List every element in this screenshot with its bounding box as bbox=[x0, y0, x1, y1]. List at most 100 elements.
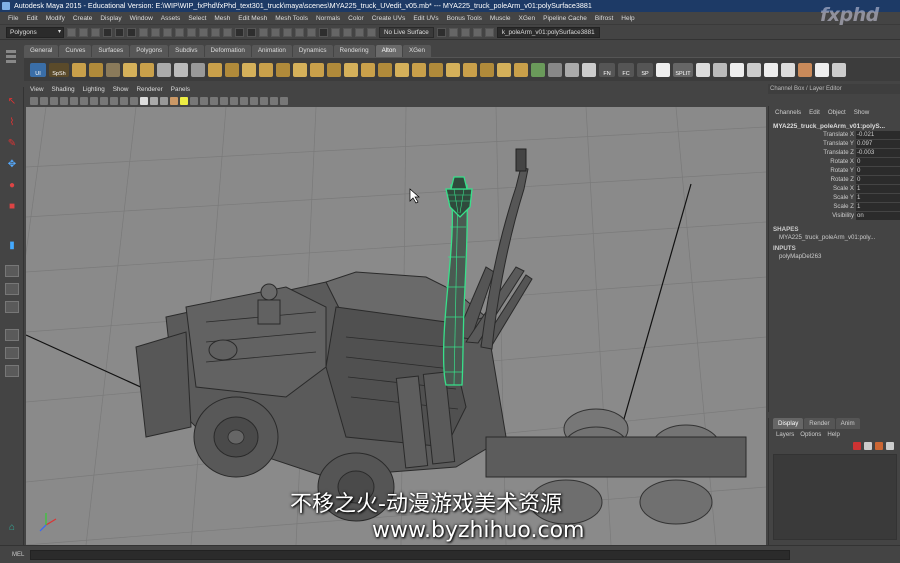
persp-graph-layout-icon[interactable] bbox=[5, 347, 19, 359]
four-pane-layout-icon[interactable] bbox=[5, 283, 19, 295]
shelf-collapse-icon[interactable] bbox=[480, 62, 494, 77]
attribute-editor-icon[interactable] bbox=[460, 27, 470, 37]
shelf-spsh-button[interactable]: SpSh bbox=[49, 62, 69, 77]
attr-scale-z[interactable]: Scale Z1 bbox=[769, 202, 900, 211]
input-line-icon[interactable] bbox=[436, 27, 446, 37]
sidebar-toggle-icon[interactable] bbox=[448, 27, 458, 37]
open-scene-icon[interactable] bbox=[79, 27, 88, 37]
shelf-tab-animation[interactable]: Animation bbox=[251, 45, 292, 57]
shelf-tab-rendering[interactable]: Rendering bbox=[333, 45, 375, 57]
new-scene-icon[interactable] bbox=[67, 27, 76, 37]
attr-scale-y[interactable]: Scale Y1 bbox=[769, 193, 900, 202]
panel-menu-panels[interactable]: Panels bbox=[167, 86, 194, 93]
two-pane-layout-icon[interactable] bbox=[5, 301, 19, 313]
shelf-tab-dynamics[interactable]: Dynamics bbox=[292, 45, 333, 57]
select-curves-icon[interactable] bbox=[163, 27, 172, 37]
single-pane-layout-icon[interactable] bbox=[5, 265, 19, 277]
shelf-extrude-icon[interactable] bbox=[140, 62, 154, 77]
attr-translate-x[interactable]: Translate X -0.021 bbox=[769, 130, 900, 139]
select-object-icon[interactable] bbox=[115, 27, 124, 37]
select-surfaces-icon[interactable] bbox=[175, 27, 184, 37]
attr-scale-x[interactable]: Scale X1 bbox=[769, 184, 900, 193]
shelf-tab-xgen[interactable]: XGen bbox=[402, 45, 432, 57]
panel-menu-show[interactable]: Show bbox=[109, 86, 133, 93]
persp-outliner-layout-icon[interactable] bbox=[5, 329, 19, 341]
panel-menu-renderer[interactable]: Renderer bbox=[132, 86, 166, 93]
menu-assets[interactable]: Assets bbox=[157, 15, 185, 22]
menu-bonus-tools[interactable]: Bonus Tools bbox=[443, 15, 486, 22]
new-layer-icon[interactable] bbox=[875, 442, 883, 450]
textured-icon[interactable] bbox=[170, 96, 178, 105]
shelf-plane-icon[interactable] bbox=[123, 62, 137, 77]
layer-list[interactable] bbox=[773, 454, 897, 540]
perspective-viewport[interactable] bbox=[26, 107, 766, 545]
safe-action-icon[interactable] bbox=[120, 96, 128, 105]
shadows-icon[interactable] bbox=[190, 96, 198, 105]
shelf-poke-icon[interactable] bbox=[446, 62, 460, 77]
shelf-uv-checker-6-icon[interactable] bbox=[781, 62, 795, 77]
shelf-slide-edge-icon[interactable] bbox=[293, 62, 307, 77]
shelf-append-icon[interactable] bbox=[412, 62, 426, 77]
history-icon[interactable] bbox=[319, 27, 328, 37]
attr-rotate-x[interactable]: Rotate X0 bbox=[769, 157, 900, 166]
command-input[interactable] bbox=[30, 549, 791, 560]
depth-of-field-icon[interactable] bbox=[230, 96, 238, 105]
scale-tool-icon[interactable]: ■ bbox=[4, 198, 20, 214]
shelf-split-icon[interactable] bbox=[259, 62, 273, 77]
cb-menu-edit[interactable]: Edit bbox=[805, 109, 824, 116]
shelf-uv-layout-icon[interactable] bbox=[798, 62, 812, 77]
shelf-bridge-icon[interactable] bbox=[225, 62, 239, 77]
menu-edit-uvs[interactable]: Edit UVs bbox=[409, 15, 442, 22]
attr-visibility[interactable]: Visibility on bbox=[769, 211, 900, 220]
shelf-split-button[interactable]: SPLIT bbox=[673, 62, 693, 77]
render-settings-icon[interactable] bbox=[355, 27, 364, 37]
wireframe-on-shaded-icon[interactable] bbox=[160, 96, 168, 105]
shelf-uv-checker-4-icon[interactable] bbox=[747, 62, 761, 77]
shelf-tab-alton[interactable]: Alton bbox=[375, 45, 402, 57]
shelf-chamfer-icon[interactable] bbox=[463, 62, 477, 77]
shelf-uv-checker-7-icon[interactable] bbox=[815, 62, 829, 77]
shelf-tab-subdivs[interactable]: Subdivs bbox=[169, 45, 204, 57]
menu-file[interactable]: File bbox=[4, 15, 22, 22]
shelf-fill-hole-icon[interactable] bbox=[395, 62, 409, 77]
shelf-tab-general[interactable]: General bbox=[24, 45, 59, 57]
select-deformations-icon[interactable] bbox=[187, 27, 196, 37]
shelf-cube-icon[interactable] bbox=[72, 62, 86, 77]
gate-mask-icon[interactable] bbox=[100, 96, 108, 105]
shelf-box-icon[interactable] bbox=[89, 62, 103, 77]
move-tool-icon[interactable]: ✥ bbox=[4, 156, 20, 172]
move-layer-down-icon[interactable] bbox=[864, 442, 872, 450]
menu-edit[interactable]: Edit bbox=[22, 15, 41, 22]
menu-color[interactable]: Color bbox=[344, 15, 368, 22]
use-all-lights-icon[interactable] bbox=[180, 96, 188, 105]
input-node-item[interactable]: polyMapDel263 bbox=[769, 252, 900, 261]
shelf-separate-icon[interactable] bbox=[378, 62, 392, 77]
shelf-mirror-icon[interactable] bbox=[344, 62, 358, 77]
menu-edit-mesh[interactable]: Edit Mesh bbox=[234, 15, 271, 22]
shelf-merge-icon[interactable] bbox=[242, 62, 256, 77]
select-component-icon[interactable] bbox=[127, 27, 136, 37]
menu-modify[interactable]: Modify bbox=[42, 15, 69, 22]
xray-icon[interactable] bbox=[250, 96, 258, 105]
shelf-star-icon[interactable] bbox=[582, 62, 596, 77]
shelf-uv-checker-2-icon[interactable] bbox=[713, 62, 727, 77]
xray-joints-icon[interactable] bbox=[260, 96, 268, 105]
shelf-tree-icon[interactable] bbox=[531, 62, 545, 77]
shelf-tab-deformation[interactable]: Deformation bbox=[204, 45, 251, 57]
hypershade-icon[interactable] bbox=[367, 27, 376, 37]
menu-mesh-tools[interactable]: Mesh Tools bbox=[271, 15, 312, 22]
paint-select-icon[interactable]: ✎ bbox=[4, 135, 20, 151]
menu-display[interactable]: Display bbox=[96, 15, 125, 22]
layer-tab-display[interactable]: Display bbox=[773, 418, 804, 429]
render-frame-icon[interactable] bbox=[331, 27, 340, 37]
layer-menu-help[interactable]: Help bbox=[824, 431, 843, 438]
shelf-uv-checker-1-icon[interactable] bbox=[696, 62, 710, 77]
shelf-crease-icon[interactable] bbox=[310, 62, 324, 77]
shelf-spiral-icon[interactable] bbox=[174, 62, 188, 77]
move-layer-up-icon[interactable] bbox=[853, 442, 861, 450]
menu-set-dropdown[interactable]: Polygons bbox=[6, 26, 64, 38]
snap-curve-icon[interactable] bbox=[271, 27, 280, 37]
channel-box-object-name[interactable]: MYA225_truck_poleArm_v01:polyS... bbox=[769, 123, 900, 130]
snap-grid-icon[interactable] bbox=[259, 27, 268, 37]
shelf-insert-loop-icon[interactable] bbox=[276, 62, 290, 77]
